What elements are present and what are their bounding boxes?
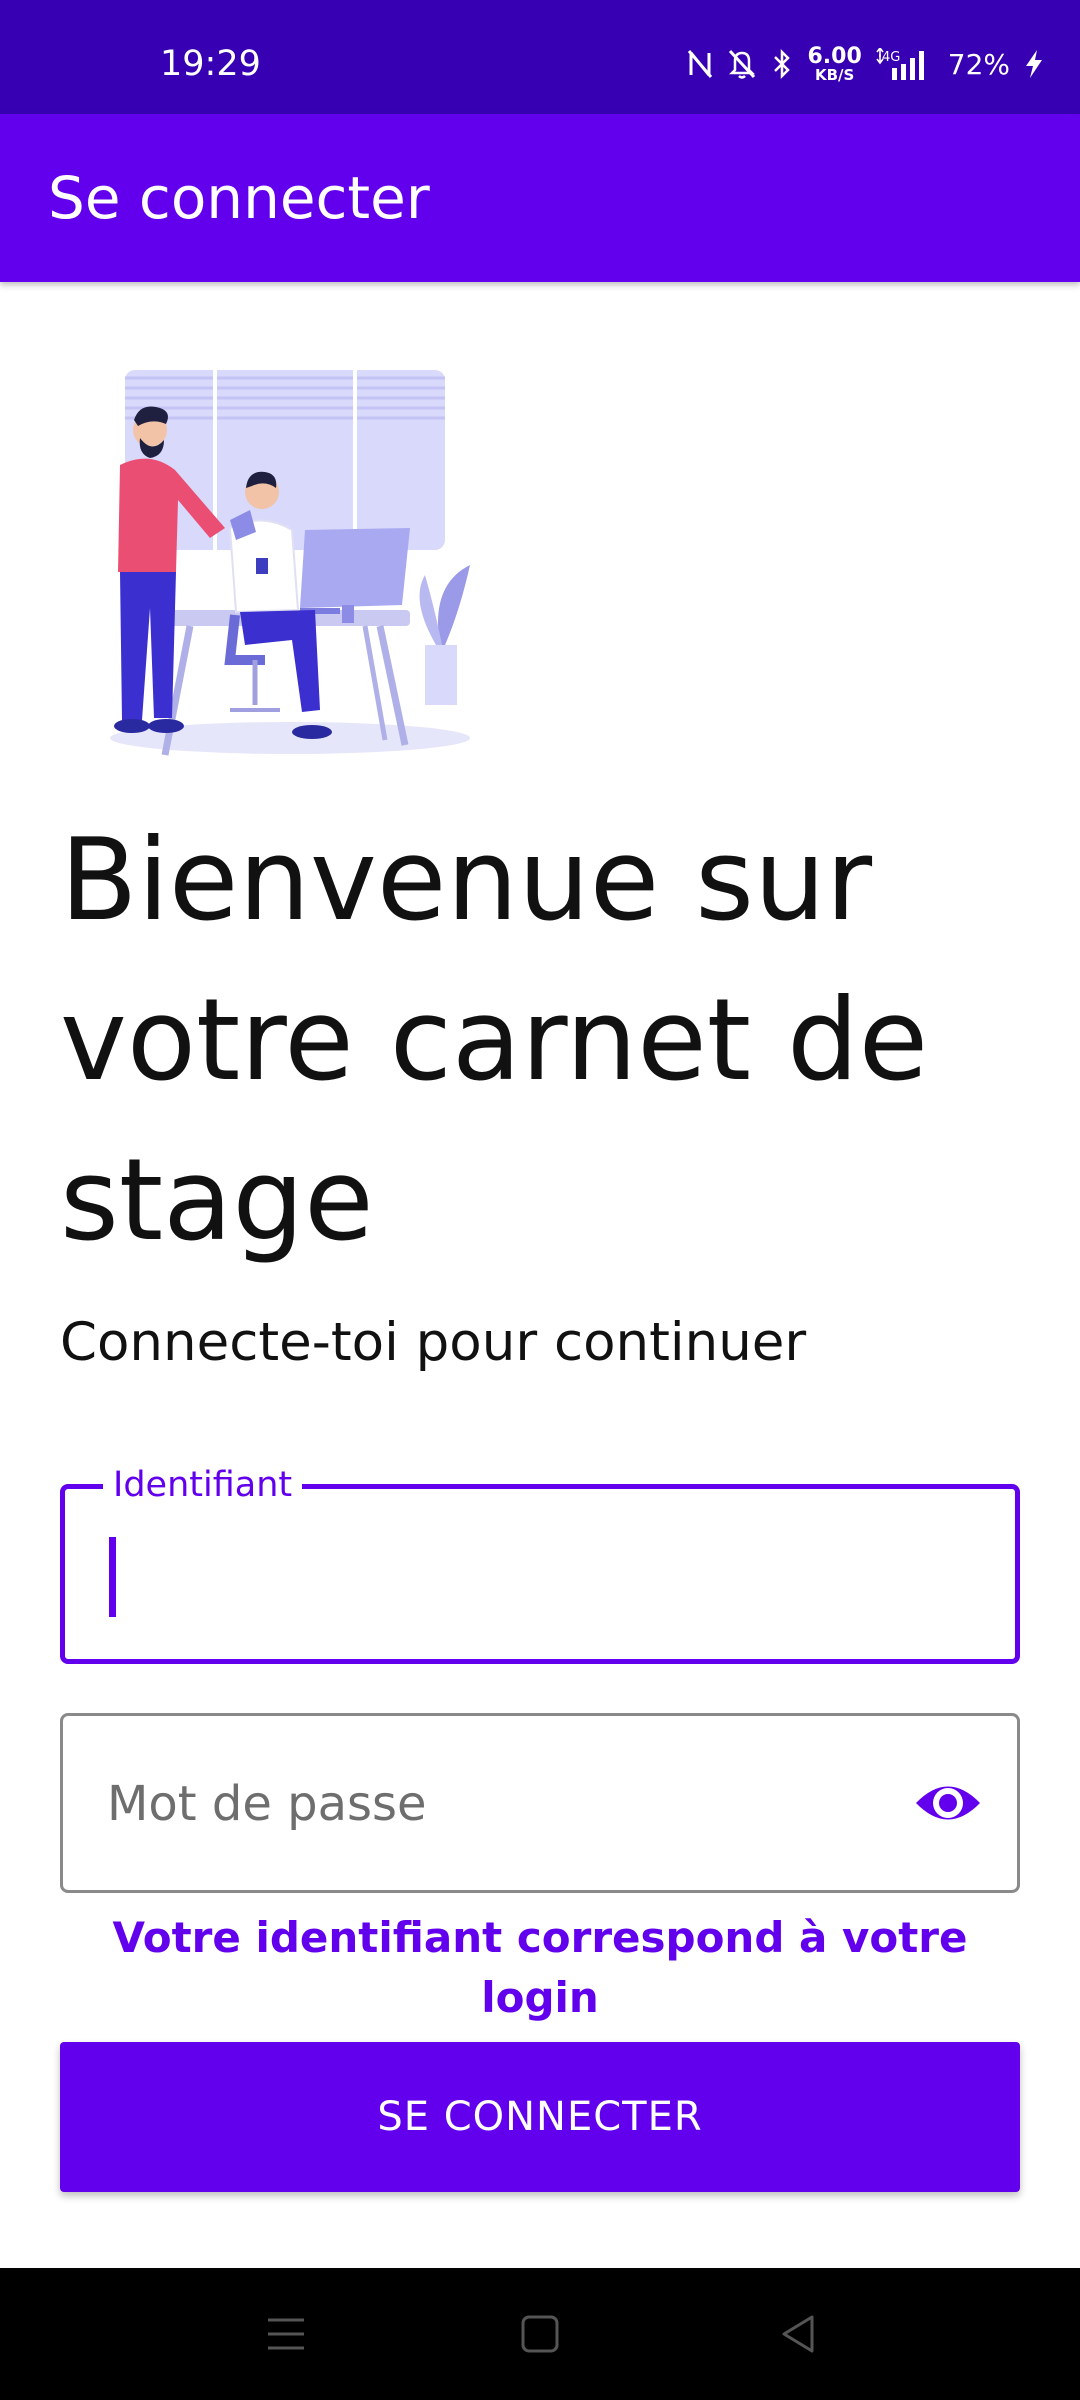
identifier-field[interactable]: Identifiant bbox=[60, 1465, 1020, 1664]
menu-nav-icon[interactable] bbox=[264, 2312, 308, 2356]
welcome-title: Bienvenue sur votre carnet de stage bbox=[60, 814, 929, 1266]
charging-icon bbox=[1024, 49, 1044, 79]
signal-icon: 4G bbox=[876, 48, 934, 80]
status-icons: 6.00 KB/S 4G 72% bbox=[687, 44, 1044, 84]
status-time: 19:29 bbox=[160, 44, 261, 84]
bell-muted-icon bbox=[727, 48, 757, 80]
text-cursor bbox=[109, 1537, 116, 1617]
identifier-input[interactable] bbox=[105, 1529, 965, 1619]
back-nav-icon[interactable] bbox=[776, 2312, 820, 2356]
identifier-label: Identifiant bbox=[103, 1465, 303, 1505]
nfc-icon bbox=[687, 49, 713, 79]
password-field[interactable] bbox=[60, 1713, 1020, 1893]
bluetooth-icon bbox=[771, 48, 793, 80]
login-button[interactable]: SE CONNECTER bbox=[60, 2042, 1020, 2192]
speed-value: 6.00 bbox=[807, 43, 862, 69]
speed-unit: KB/S bbox=[814, 65, 855, 84]
network-speed: 6.00 KB/S bbox=[807, 43, 862, 84]
eye-icon[interactable] bbox=[913, 1774, 983, 1832]
app-bar-title: Se connecter bbox=[48, 164, 430, 232]
navigation-bar bbox=[0, 2268, 1080, 2400]
battery-level: 72% bbox=[947, 47, 1010, 81]
home-nav-icon[interactable] bbox=[518, 2312, 562, 2356]
welcome-subtitle: Connecte-toi pour continuer bbox=[60, 1312, 807, 1373]
app-bar: Se connecter bbox=[0, 114, 1080, 282]
network-type: 4G bbox=[882, 50, 900, 65]
password-input[interactable] bbox=[107, 1756, 887, 1852]
identifier-hint: Votre identifiant correspond à votre log… bbox=[112, 1913, 968, 2022]
office-illustration bbox=[80, 360, 510, 770]
status-bar: 19:29 6.00 KB/S 4G 72% bbox=[0, 0, 1080, 114]
